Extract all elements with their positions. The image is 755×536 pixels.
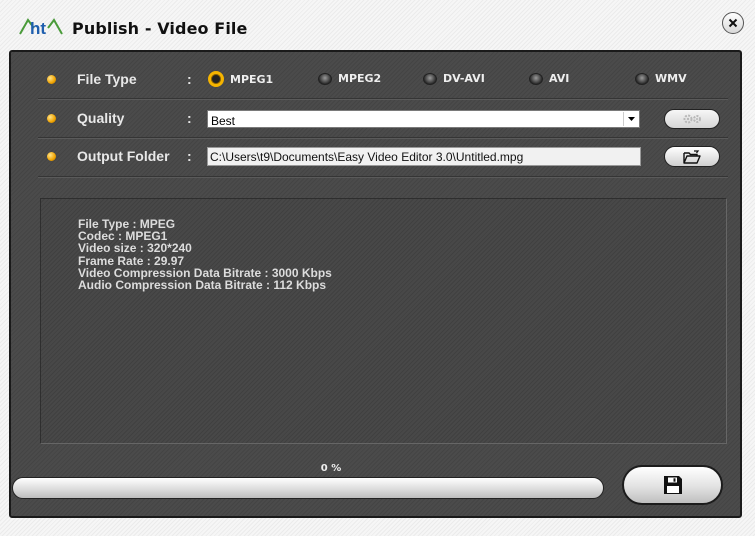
divider — [38, 98, 728, 100]
quality-select[interactable]: Best — [207, 110, 640, 128]
radio-avi-label: AVI — [549, 72, 570, 85]
output-path-text: C:\Users\t9\Documents\Easy Video Editor … — [210, 150, 524, 164]
radio-wmv[interactable]: WMV — [635, 72, 687, 85]
save-icon — [663, 476, 682, 494]
radio-unselected-icon — [529, 72, 543, 85]
radio-unselected-icon — [635, 72, 649, 85]
radio-dv-avi-label: DV-AVI — [443, 72, 485, 85]
progress-percent-label: 0 % — [320, 463, 342, 474]
format-info-text: File Type : MPEG Codec : MPEG1 Video siz… — [78, 218, 332, 291]
logo-text: ht — [30, 19, 46, 38]
progress-bar — [12, 477, 604, 499]
divider — [38, 137, 728, 139]
output-folder-separator: : — [187, 148, 192, 164]
output-folder-indicator-icon — [47, 152, 56, 161]
app-logo: ht — [18, 14, 64, 40]
quality-select-value: Best — [211, 114, 236, 128]
file-type-separator: : — [187, 71, 192, 87]
save-button[interactable] — [622, 465, 723, 505]
title-bar: ht Publish - Video File — [0, 0, 755, 50]
radio-unselected-icon — [423, 72, 437, 85]
chevron-down-icon[interactable] — [623, 112, 638, 126]
radio-wmv-label: WMV — [655, 72, 687, 85]
quality-label: Quality — [77, 110, 125, 126]
close-icon — [728, 18, 738, 28]
radio-mpeg2-label: MPEG2 — [338, 72, 382, 85]
radio-mpeg1[interactable]: MPEG1 — [208, 71, 273, 87]
divider — [38, 176, 728, 178]
publish-panel: File Type : MPEG1 MPEG2 DV-AVI AVI WMV Q… — [9, 50, 742, 518]
close-button[interactable] — [722, 12, 744, 34]
window-title: Publish - Video File — [72, 19, 248, 38]
info-line: Audio Compression Data Bitrate : 112 Kbp… — [78, 278, 327, 293]
file-type-label: File Type — [77, 71, 137, 87]
radio-dv-avi[interactable]: DV-AVI — [423, 72, 485, 85]
radio-mpeg2[interactable]: MPEG2 — [318, 72, 381, 85]
info-line: Frame Rate : 29.97 — [78, 253, 185, 268]
radio-avi[interactable]: AVI — [529, 72, 569, 85]
format-info-panel: File Type : MPEG Codec : MPEG1 Video siz… — [40, 198, 727, 444]
quality-settings-button[interactable] — [664, 109, 720, 129]
radio-unselected-icon — [318, 72, 332, 85]
radio-mpeg1-label: MPEG1 — [230, 72, 274, 86]
browse-folder-button[interactable] — [664, 146, 720, 167]
info-line: Video size : 320*240 — [78, 241, 192, 256]
quality-separator: : — [187, 110, 192, 126]
file-type-indicator-icon — [47, 75, 56, 84]
output-folder-label: Output Folder — [77, 148, 170, 164]
quality-indicator-icon — [47, 114, 56, 123]
radio-selected-icon — [208, 71, 224, 87]
output-path-field[interactable]: C:\Users\t9\Documents\Easy Video Editor … — [207, 147, 641, 166]
gear-icon — [683, 114, 701, 124]
folder-open-icon — [683, 149, 701, 164]
